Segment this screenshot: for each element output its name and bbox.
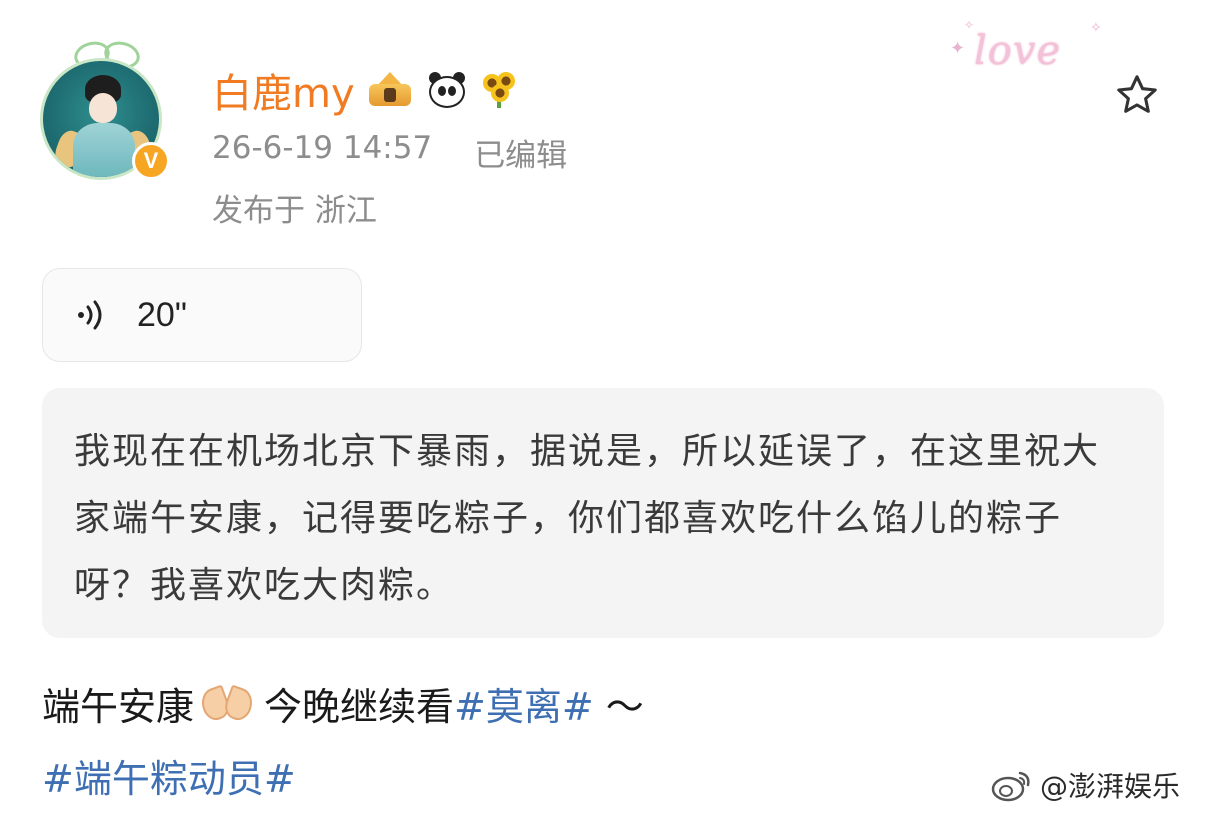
voice-message[interactable]: 20" — [42, 268, 362, 362]
crown-badge-icon[interactable] — [365, 70, 415, 110]
post-text-line: 端午安康 今晚继续看 #莫离# ～ — [42, 676, 644, 731]
sunflower-badge-icon[interactable] — [479, 70, 519, 110]
heart-hands-icon — [197, 684, 257, 724]
hashtag-link[interactable]: #端午粽动员# — [42, 757, 296, 801]
post-text-greeting: 端午安康 — [42, 685, 195, 729]
username-row: 白鹿my — [212, 62, 519, 118]
voice-transcript: 我现在在机场北京下暴雨，据说是，所以延误了，在这里祝大家端午安康，记得要吃粽子，… — [42, 388, 1164, 638]
love-sticker: ✦ ✧ ✧ love — [950, 18, 1102, 74]
star-icon — [1117, 75, 1157, 113]
post-timestamp: 26-6-19 14:57 — [212, 130, 433, 166]
edited-label[interactable]: 已编辑 — [474, 130, 567, 175]
avatar[interactable]: V — [36, 38, 176, 183]
favorite-star-button[interactable] — [1110, 68, 1164, 122]
post-meta: 26-6-19 14:57 已编辑 — [212, 130, 567, 175]
love-sticker-text: love — [974, 28, 1062, 74]
panda-badge-icon[interactable] — [425, 70, 469, 110]
username[interactable]: 白鹿my — [212, 61, 355, 119]
weibo-logo-icon — [991, 771, 1030, 802]
voice-wave-icon — [78, 300, 102, 330]
post-text-suffix: ～ — [593, 685, 644, 729]
hashtag-link[interactable]: #莫离# — [454, 676, 594, 731]
post-text-middle: 今晚继续看 — [264, 685, 455, 729]
transcript-text: 我现在在机场北京下暴雨，据说是，所以延误了，在这里祝大家端午安康，记得要吃粽子，… — [74, 431, 1101, 606]
post-hashtag-line: #端午粽动员# — [42, 748, 296, 803]
post-location: 发布于 浙江 — [212, 193, 377, 229]
voice-duration: 20" — [137, 295, 187, 334]
watermark: @澎湃娱乐 — [990, 765, 1180, 805]
watermark-text: @澎湃娱乐 — [1040, 770, 1181, 803]
verified-badge-icon: V — [132, 142, 170, 180]
